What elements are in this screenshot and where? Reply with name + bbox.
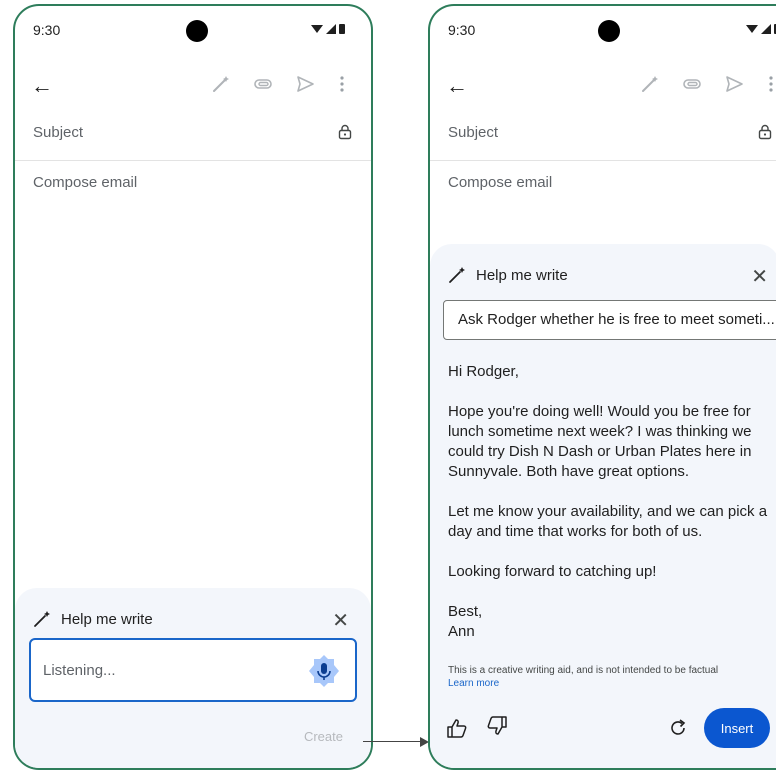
signal-icon xyxy=(761,23,771,34)
draft-greeting: Hi Rodger, xyxy=(448,363,519,380)
compose-toolbar: ← xyxy=(15,70,371,106)
help-me-write-header: Help me write xyxy=(33,610,153,628)
generated-draft: Hi Rodger, Hope you're doing well! Would… xyxy=(448,362,772,642)
camera-cutout xyxy=(598,20,620,42)
disclaimer-text: This is a creative writing aid, and is n… xyxy=(448,665,719,676)
signal-icon xyxy=(326,23,336,34)
help-me-write-panel: Help me write ✕ Listening... Create xyxy=(15,588,371,768)
flow-arrow-line xyxy=(363,741,423,742)
phone-screen-draft: 9:30 ← Subject Compose email Help me wri… xyxy=(428,4,776,770)
prompt-input[interactable]: Ask Rodger whether he is free to meet so… xyxy=(443,300,776,340)
draft-paragraph: Let me know your availability, and we ca… xyxy=(448,503,768,540)
help-me-write-panel: Help me write ✕ Ask Rodger whether he is… xyxy=(430,244,776,768)
battery-icon xyxy=(339,24,345,34)
help-me-write-header: Help me write xyxy=(448,266,568,284)
compose-toolbar: ← xyxy=(430,70,776,106)
arrow-left-icon[interactable]: ← xyxy=(31,74,53,98)
voice-input-field[interactable]: Listening... xyxy=(29,638,357,702)
magic-pen-icon xyxy=(449,267,465,283)
refresh-icon[interactable] xyxy=(668,718,688,738)
more-vert-icon[interactable] xyxy=(337,74,347,94)
lock-icon xyxy=(758,124,772,140)
magic-pen-icon xyxy=(34,611,50,627)
toolbar-actions xyxy=(640,74,776,94)
prompt-text: Ask Rodger whether he is free to meet so… xyxy=(458,311,775,328)
status-time: 9:30 xyxy=(33,22,61,38)
send-icon[interactable] xyxy=(295,74,315,94)
draft-paragraph: Looking forward to catching up! xyxy=(448,563,657,580)
send-icon[interactable] xyxy=(724,74,744,94)
disclaimer: This is a creative writing aid, and is n… xyxy=(448,664,718,690)
subject-field[interactable]: Subject xyxy=(15,116,371,161)
close-icon[interactable]: ✕ xyxy=(751,264,768,289)
status-bar: 9:30 xyxy=(430,6,776,50)
system-icons xyxy=(746,23,776,34)
learn-more-link[interactable]: Learn more xyxy=(448,677,718,690)
paperclip-icon[interactable] xyxy=(682,74,702,94)
compose-placeholder[interactable]: Compose email xyxy=(448,174,552,191)
compose-placeholder[interactable]: Compose email xyxy=(33,174,137,191)
system-icons xyxy=(311,23,345,34)
status-time: 9:30 xyxy=(448,22,476,38)
mic-icon[interactable] xyxy=(307,654,341,688)
phone-screen-listening: 9:30 ← Subject Compose email Help me wri… xyxy=(13,4,373,770)
status-bar: 9:30 xyxy=(15,6,371,50)
thumbs-down-icon[interactable] xyxy=(486,716,508,736)
insert-button[interactable]: Insert xyxy=(704,708,770,748)
help-me-write-title: Help me write xyxy=(61,610,153,628)
subject-field[interactable]: Subject xyxy=(430,116,776,161)
thumbs-up-icon[interactable] xyxy=(446,718,468,738)
magic-pen-icon[interactable] xyxy=(640,74,660,94)
draft-name: Ann xyxy=(448,623,475,640)
create-button[interactable]: Create xyxy=(304,729,343,744)
arrow-left-icon[interactable]: ← xyxy=(446,74,468,98)
listening-status: Listening... xyxy=(43,662,116,679)
camera-cutout xyxy=(186,20,208,42)
magic-pen-icon[interactable] xyxy=(211,74,231,94)
help-me-write-title: Help me write xyxy=(476,266,568,284)
toolbar-actions xyxy=(211,74,347,94)
wifi-icon xyxy=(746,24,758,33)
subject-placeholder: Subject xyxy=(33,124,84,141)
subject-placeholder: Subject xyxy=(448,124,499,141)
close-icon[interactable]: ✕ xyxy=(332,608,349,633)
draft-paragraph: Hope you're doing well! Would you be fre… xyxy=(448,403,752,480)
wifi-icon xyxy=(311,24,323,33)
feedback-row: Insert xyxy=(446,708,776,748)
lock-icon xyxy=(338,124,352,140)
more-vert-icon[interactable] xyxy=(766,74,776,94)
draft-signoff: Best, xyxy=(448,603,483,620)
paperclip-icon[interactable] xyxy=(253,74,273,94)
